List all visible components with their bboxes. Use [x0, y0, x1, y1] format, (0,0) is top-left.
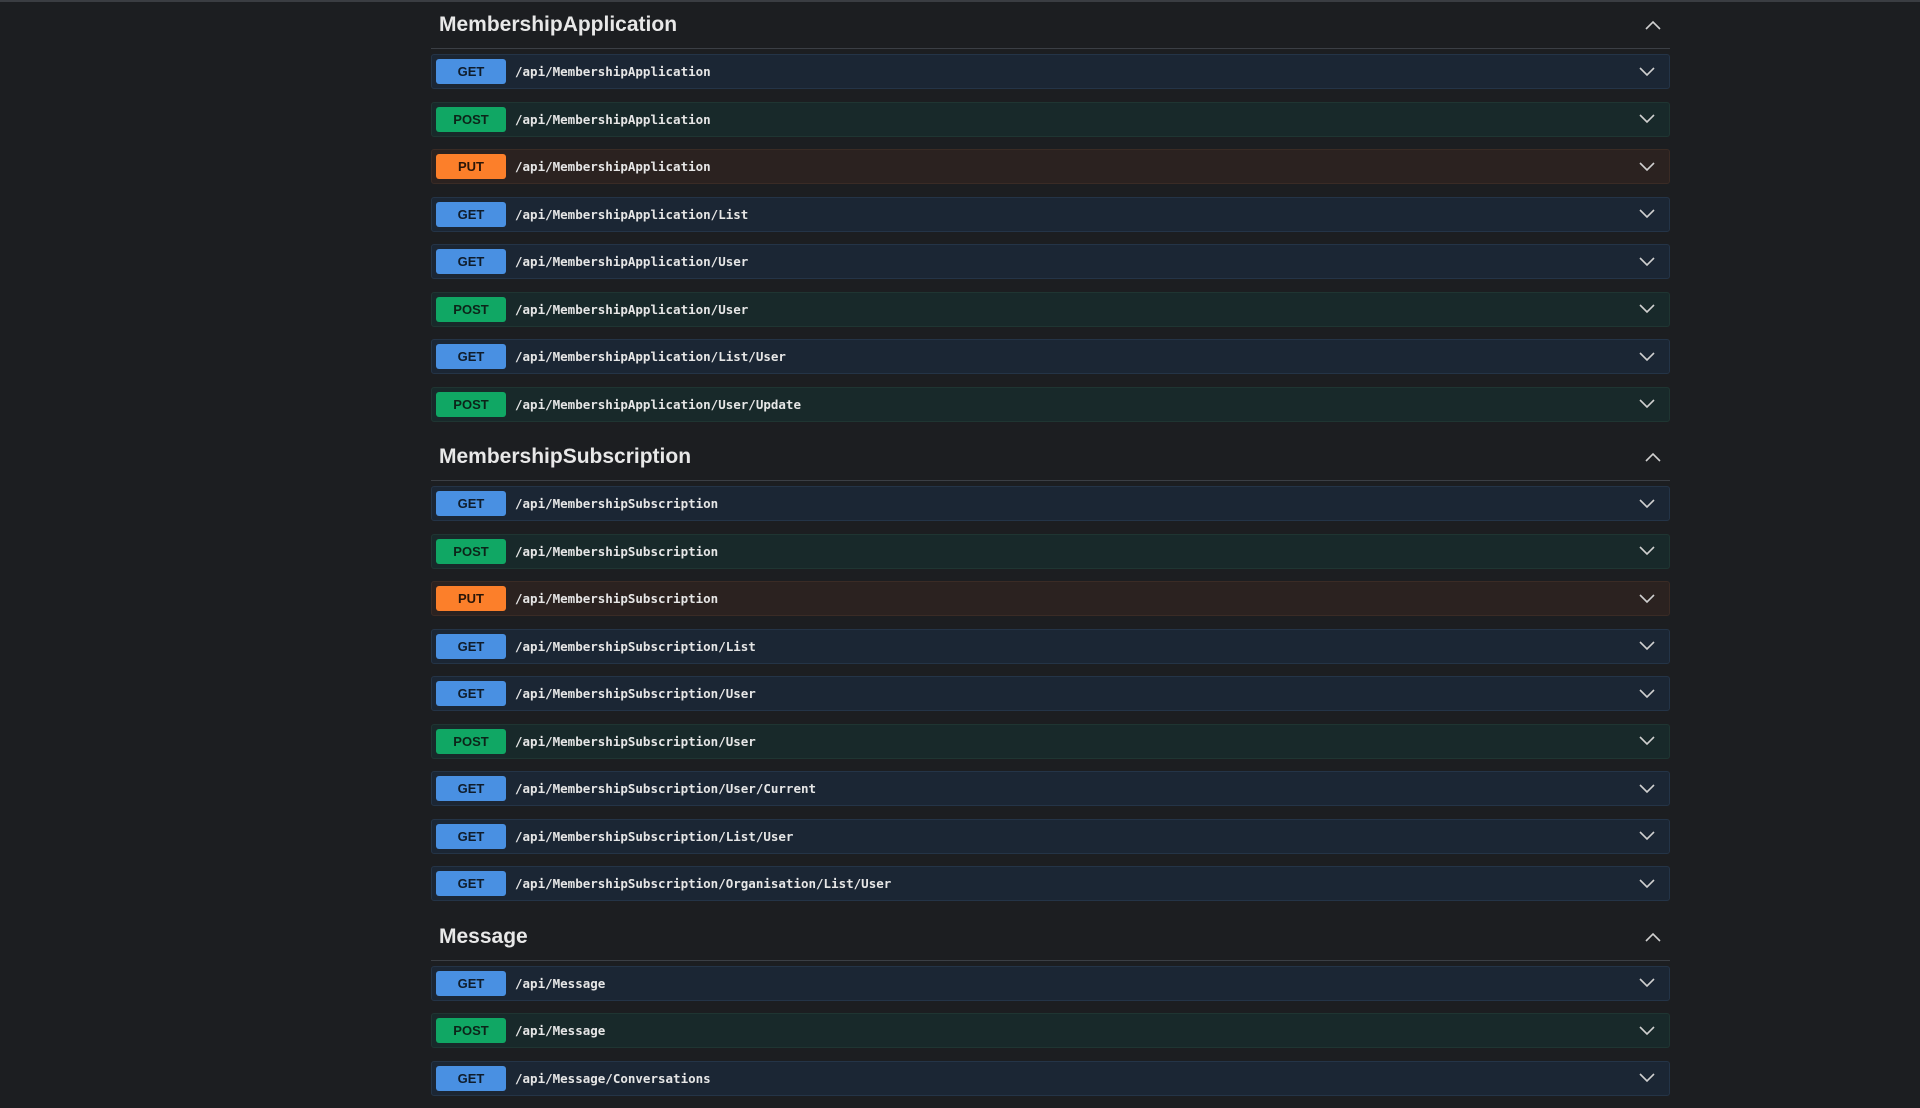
operation-row[interactable]: GET /api/MembershipApplication/List/User: [431, 339, 1670, 374]
http-method-badge: GET: [436, 1065, 506, 1091]
tag-section-header[interactable]: MembershipApplication: [431, 2, 1670, 49]
operation-row[interactable]: GET /api/Message/Conversations: [431, 1060, 1670, 1096]
operation-path: /api/MembershipApplication/List: [515, 206, 749, 222]
operation-path: /api/MembershipSubscription/User: [515, 686, 756, 701]
tag-section-header[interactable]: Message: [431, 914, 1670, 961]
http-method-badge: PUT: [436, 586, 506, 611]
operation-path: /api/MembershipSubscription/User/Current: [515, 781, 817, 796]
operation-path: /api/Message: [515, 975, 606, 991]
operation-row[interactable]: GET /api/Message: [431, 965, 1670, 1001]
operation-row[interactable]: POST /api/MembershipApplication: [431, 101, 1670, 137]
http-method-badge: GET: [436, 776, 506, 801]
chevron-down-icon[interactable]: [1637, 874, 1657, 894]
chevron-down-icon[interactable]: [1637, 109, 1657, 129]
http-method-badge: POST: [436, 538, 506, 564]
tag-section-title: Message: [439, 924, 528, 948]
operation-path: /api/Message/Conversations: [515, 1070, 711, 1086]
chevron-down-icon[interactable]: [1637, 589, 1657, 609]
chevron-down-icon[interactable]: [1637, 204, 1657, 224]
operation-row[interactable]: GET /api/MembershipSubscription/List/Use…: [431, 818, 1670, 854]
operation-row[interactable]: GET /api/MembershipSubscription: [431, 486, 1670, 521]
operation-row[interactable]: GET /api/MembershipSubscription/User/Cur…: [431, 771, 1670, 806]
operation-path: /api/MembershipApplication: [515, 111, 711, 127]
operation-row[interactable]: GET /api/MembershipApplication: [431, 54, 1670, 89]
operation-path: /api/MembershipSubscription/Organisation…: [515, 876, 892, 891]
operation-row[interactable]: GET /api/MembershipSubscription/Organisa…: [431, 866, 1670, 901]
operation-path: /api/MembershipApplication/User: [515, 301, 749, 317]
chevron-down-icon[interactable]: [1637, 394, 1657, 414]
chevron-down-icon[interactable]: [1637, 636, 1657, 656]
operation-row[interactable]: PUT /api/MembershipApplication: [431, 149, 1670, 184]
operation-path: /api/MembershipApplication/User/Update: [515, 396, 801, 412]
chevron-down-icon[interactable]: [1637, 252, 1657, 272]
operation-row[interactable]: POST /api/MembershipSubscription: [431, 533, 1670, 569]
chevron-down-icon[interactable]: [1637, 826, 1657, 846]
http-method-badge: PUT: [436, 154, 506, 179]
chevron-down-icon[interactable]: [1637, 541, 1657, 561]
chevron-down-icon[interactable]: [1637, 494, 1657, 514]
http-method-badge: POST: [436, 391, 506, 417]
operation-path: /api/MembershipApplication/List/User: [515, 349, 786, 364]
operation-path: /api/MembershipSubscription/List: [515, 638, 756, 654]
chevron-up-icon[interactable]: [1644, 16, 1662, 34]
chevron-down-icon[interactable]: [1637, 973, 1657, 993]
operation-path: /api/MembershipSubscription: [515, 591, 719, 606]
http-method-badge: POST: [436, 106, 506, 132]
http-method-badge: GET: [436, 201, 506, 227]
chevron-down-icon[interactable]: [1637, 347, 1657, 367]
chevron-down-icon[interactable]: [1637, 1068, 1657, 1088]
chevron-up-icon[interactable]: [1644, 448, 1662, 466]
operation-path: /api/MembershipSubscription: [515, 543, 719, 559]
operations-list: GET /api/MembershipApplication POST /api…: [431, 49, 1670, 422]
tag-section-header[interactable]: MembershipSubscription: [431, 434, 1670, 481]
operations-list: GET /api/MembershipSubscription POST /ap…: [431, 481, 1670, 901]
operation-row[interactable]: POST /api/MembershipSubscription/User: [431, 723, 1670, 759]
http-method-badge: POST: [436, 1018, 506, 1043]
http-method-badge: GET: [436, 491, 506, 516]
http-method-badge: GET: [436, 249, 506, 274]
http-method-badge: GET: [436, 871, 506, 896]
tag-section-membershipsubscription: MembershipSubscription GET /api/Membersh…: [431, 434, 1670, 901]
chevron-down-icon[interactable]: [1637, 299, 1657, 319]
http-method-badge: POST: [436, 728, 506, 754]
operation-path: /api/MembershipSubscription/User: [515, 733, 756, 749]
tag-section-membershipapplication: MembershipApplication GET /api/Membershi…: [431, 2, 1670, 422]
tag-section-title: MembershipSubscription: [439, 445, 692, 468]
http-method-badge: GET: [436, 633, 506, 659]
tag-section-title: MembershipApplication: [439, 13, 678, 36]
operation-row[interactable]: PUT /api/MembershipSubscription: [431, 581, 1670, 616]
operation-row[interactable]: GET /api/MembershipApplication/List: [431, 196, 1670, 232]
operation-path: /api/MembershipSubscription/List/User: [515, 828, 794, 844]
operation-path: /api/MembershipApplication/User: [515, 254, 749, 269]
operation-path: /api/MembershipApplication: [515, 64, 711, 79]
http-method-badge: GET: [436, 344, 506, 369]
chevron-down-icon[interactable]: [1637, 731, 1657, 751]
http-method-badge: POST: [436, 296, 506, 322]
operation-row[interactable]: GET /api/MembershipSubscription/List: [431, 628, 1670, 664]
operation-row[interactable]: GET /api/MembershipSubscription/User: [431, 676, 1670, 711]
chevron-down-icon[interactable]: [1637, 157, 1657, 177]
api-operations-list: MembershipApplication GET /api/Membershi…: [431, 2, 1670, 1108]
operation-path: /api/Message: [515, 1023, 606, 1038]
http-method-badge: GET: [436, 59, 506, 84]
operations-list: GET /api/Message POST /api/Message GET /…: [431, 961, 1670, 1096]
operation-row[interactable]: POST /api/MembershipApplication/User/Upd…: [431, 386, 1670, 422]
http-method-badge: GET: [436, 681, 506, 706]
operation-row[interactable]: POST /api/Message: [431, 1013, 1670, 1048]
operation-path: /api/MembershipSubscription: [515, 496, 719, 511]
operation-path: /api/MembershipApplication: [515, 159, 711, 174]
chevron-down-icon[interactable]: [1637, 684, 1657, 704]
operation-row[interactable]: POST /api/MembershipApplication/User: [431, 291, 1670, 327]
chevron-down-icon[interactable]: [1637, 1021, 1657, 1041]
chevron-up-icon[interactable]: [1644, 928, 1662, 946]
tag-section-message: Message GET /api/Message POST /api/Messa…: [431, 914, 1670, 1096]
http-method-badge: GET: [436, 970, 506, 996]
chevron-down-icon[interactable]: [1637, 62, 1657, 82]
http-method-badge: GET: [436, 823, 506, 849]
chevron-down-icon[interactable]: [1637, 779, 1657, 799]
operation-row[interactable]: GET /api/MembershipApplication/User: [431, 244, 1670, 279]
